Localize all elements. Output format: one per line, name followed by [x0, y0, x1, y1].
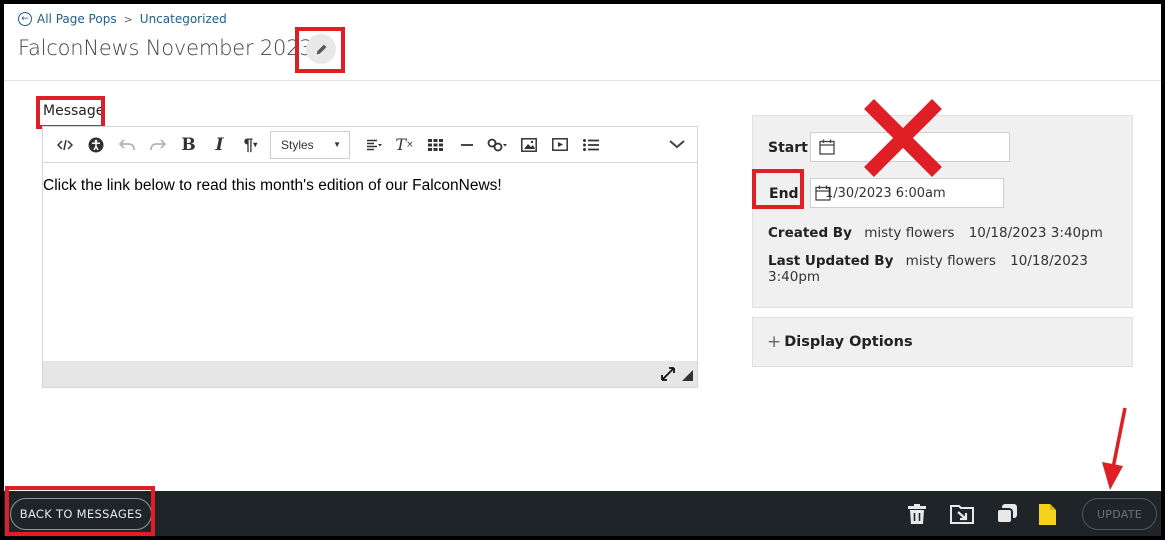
title-divider — [4, 80, 1161, 81]
message-label: Message — [43, 103, 105, 119]
duplicate-icon[interactable] — [995, 503, 1019, 525]
styles-dropdown[interactable]: Styles ▼ — [270, 130, 350, 159]
fullscreen-icon[interactable] — [661, 367, 675, 381]
table-icon[interactable] — [420, 131, 451, 159]
back-to-messages-button[interactable]: BACK TO MESSAGES — [10, 498, 152, 530]
italic-icon[interactable]: I — [204, 131, 235, 159]
updated-by-name: misty flowers — [905, 253, 996, 269]
code-view-icon[interactable] — [49, 131, 80, 159]
paragraph-icon[interactable]: ¶ ▾ — [235, 131, 266, 159]
annotation-arrow-icon — [1102, 407, 1127, 490]
start-label: Start — [768, 140, 808, 156]
breadcrumb-all-page-pops[interactable]: All Page Pops — [37, 12, 117, 26]
edit-title-button[interactable] — [306, 34, 336, 64]
rich-text-editor: B I ¶ ▾ Styles ▼ T × Click the link belo… — [42, 126, 698, 388]
updated-by-row: Last Updated By misty flowers 10/18/2023… — [768, 253, 1132, 285]
annotation-cross-icon — [864, 99, 942, 177]
redo-icon[interactable] — [142, 131, 173, 159]
styles-dropdown-label: Styles — [281, 137, 314, 152]
caret-down-icon: ▼ — [333, 140, 341, 149]
end-date-input[interactable]: 1/30/2023 6:00am — [810, 178, 1004, 208]
trash-icon[interactable] — [907, 503, 927, 525]
created-by-row: Created By misty flowers 10/18/2023 3:40… — [768, 225, 1113, 241]
display-options-toggle[interactable]: + Display Options — [752, 317, 1133, 367]
footer-bar: BACK TO MESSAGES UPDATE — [4, 491, 1161, 536]
list-icon[interactable] — [575, 131, 606, 159]
accessibility-icon[interactable] — [80, 131, 111, 159]
editor-paragraph: Click the link below to read this month'… — [43, 177, 502, 194]
end-label: End — [769, 186, 799, 202]
collapse-chevron-icon[interactable] — [669, 136, 685, 154]
created-by-name: misty flowers — [864, 225, 955, 241]
link-icon[interactable] — [482, 131, 513, 159]
update-button[interactable]: UPDATE — [1082, 498, 1157, 530]
page-title: FalconNews November 2023 — [18, 36, 313, 60]
end-date-value: 1/30/2023 6:00am — [825, 185, 946, 201]
display-options-label: Display Options — [784, 334, 913, 350]
breadcrumb-uncategorized[interactable]: Uncategorized — [140, 12, 227, 26]
bold-icon[interactable]: B — [173, 131, 204, 159]
editor-status-bar — [43, 361, 697, 387]
editor-content-area[interactable]: Click the link below to read this month'… — [43, 163, 697, 361]
created-by-date: 10/18/2023 3:40pm — [968, 225, 1103, 241]
align-icon[interactable] — [358, 131, 389, 159]
breadcrumb: ← All Page Pops > Uncategorized — [18, 9, 227, 29]
horizontal-line-icon[interactable] — [451, 131, 482, 159]
editor-toolbar: B I ¶ ▾ Styles ▼ T × — [43, 127, 697, 163]
undo-icon[interactable] — [111, 131, 142, 159]
resize-handle-icon[interactable] — [682, 370, 693, 381]
plus-icon: + — [767, 332, 782, 352]
circle-arrow-left-icon[interactable]: ← — [18, 12, 32, 26]
move-icon[interactable] — [949, 503, 975, 525]
image-icon[interactable] — [513, 131, 544, 159]
page-frame: ← All Page Pops > Uncategorized FalconNe… — [4, 4, 1161, 536]
note-icon[interactable] — [1038, 503, 1057, 526]
created-by-label: Created By — [768, 225, 852, 241]
video-icon[interactable] — [544, 131, 575, 159]
updated-by-label: Last Updated By — [768, 253, 894, 269]
clear-format-icon[interactable]: T × — [389, 131, 420, 159]
calendar-icon — [819, 139, 835, 155]
breadcrumb-separator: > — [123, 12, 133, 26]
pencil-icon — [316, 44, 326, 54]
